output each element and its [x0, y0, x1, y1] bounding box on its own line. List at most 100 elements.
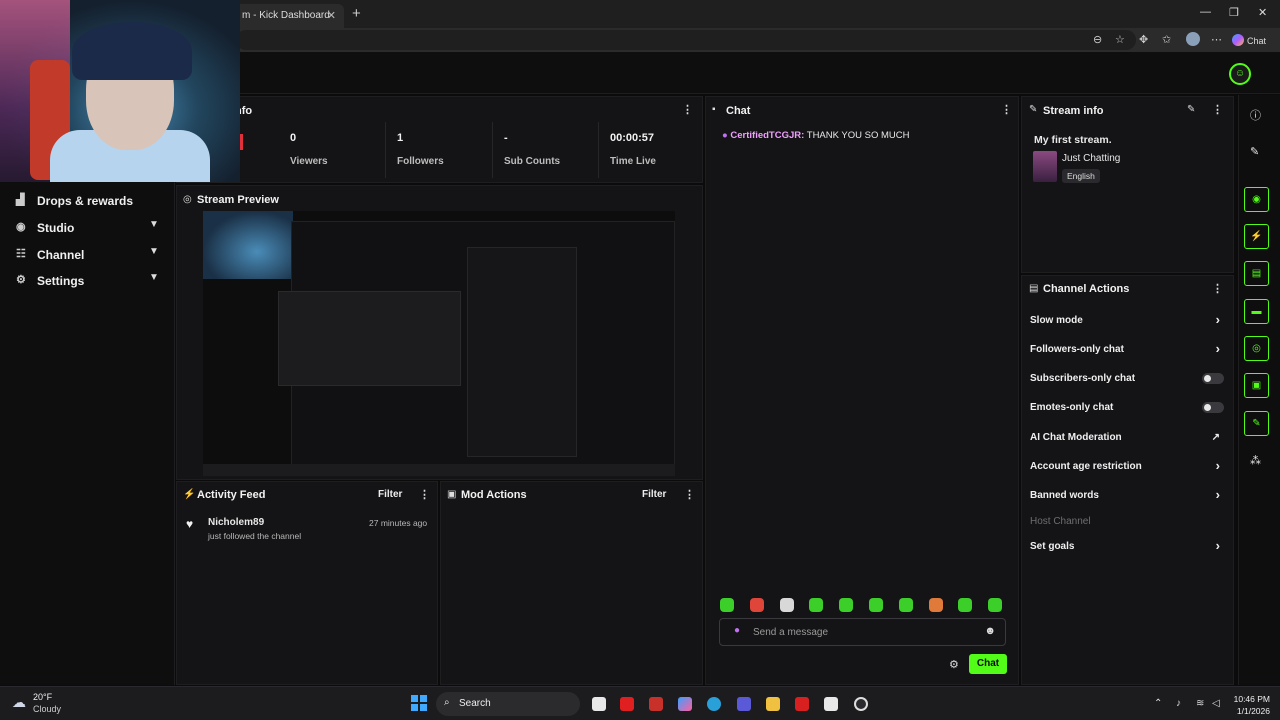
pencil-icon[interactable]: ✎ — [1187, 104, 1195, 115]
emoji-icon[interactable]: ☻ — [984, 625, 996, 637]
user-avatar[interactable]: ☺ — [1229, 63, 1251, 85]
l-app-icon[interactable] — [795, 697, 809, 711]
broadcast-rail-icon[interactable]: ◎ — [1244, 336, 1269, 361]
heart-icon: ♥ — [186, 517, 194, 531]
chat-input[interactable]: ● Send a message ☻ — [719, 618, 1006, 646]
action-followers-only-chat[interactable]: Followers-only chat › — [1030, 341, 1226, 361]
taskbar-search[interactable]: ⌕ Search — [436, 692, 580, 716]
new-tab-button[interactable]: + — [352, 5, 361, 22]
microphone-icon[interactable]: ♪ — [1176, 698, 1181, 709]
activity-user[interactable]: Nicholem89 — [208, 517, 264, 528]
divider — [598, 122, 599, 178]
emote-icon[interactable] — [988, 598, 1003, 612]
kebab-menu-icon[interactable]: ⋮ — [419, 488, 430, 501]
kebab-menu-icon[interactable]: ⋮ — [1001, 103, 1012, 116]
wifi-icon[interactable]: ≋ — [1196, 698, 1204, 709]
action-account-age-restriction[interactable]: Account age restriction › — [1030, 458, 1226, 478]
actions-icon: ▤ — [1029, 283, 1039, 294]
chat-username[interactable]: CertifiedTCGJR: — [730, 130, 804, 141]
sidebar-item-label: Settings — [37, 274, 85, 288]
emote-icon[interactable] — [869, 598, 883, 612]
language-badge: English — [1062, 169, 1100, 183]
stream-preview-video[interactable] — [203, 211, 675, 476]
gift-icon: ▟ — [16, 194, 25, 206]
info-icon[interactable]: ⓘ — [1250, 107, 1261, 123]
settings-taskbar-icon[interactable] — [854, 697, 868, 711]
restore-icon[interactable]: ❐ — [1229, 6, 1239, 19]
emotes-only-toggle[interactable] — [1202, 402, 1224, 413]
mod-rail-icon[interactable]: ▣ — [1244, 373, 1269, 398]
youtube-icon[interactable] — [620, 697, 634, 711]
action-label: Account age restriction — [1030, 461, 1142, 472]
action-ai-chat-moderation[interactable]: AI Chat Moderation ↗ — [1030, 429, 1226, 449]
share-icon[interactable]: ⁂ — [1250, 454, 1261, 467]
emote-icon[interactable] — [898, 598, 913, 612]
kebab-menu-icon[interactable]: ⋮ — [1212, 282, 1223, 295]
kebab-menu-icon[interactable]: ⋮ — [682, 103, 693, 116]
close-tab-icon[interactable]: ✕ — [327, 9, 336, 22]
send-chat-button[interactable]: Chat — [969, 654, 1007, 674]
emote-icon[interactable] — [839, 598, 854, 612]
copilot-chat-button[interactable]: Chat — [1232, 31, 1276, 49]
emote-icon[interactable] — [720, 598, 734, 612]
chat-bubble-icon: ▪ — [712, 104, 716, 115]
more-icon[interactable]: ⋯ — [1211, 33, 1222, 46]
store-icon[interactable] — [824, 697, 838, 711]
reader-icon[interactable]: ⊖ — [1093, 33, 1102, 46]
sidebar-item-drops-rewards[interactable]: ▟ Drops & rewards — [0, 188, 175, 212]
chevron-up-icon[interactable]: ⌃ — [1154, 698, 1162, 709]
preview-nested-preview — [278, 291, 461, 386]
sidebar-item-channel[interactable]: ☷ Channel ▼ — [0, 242, 175, 266]
kebab-menu-icon[interactable]: ⋮ — [684, 488, 695, 501]
browser-tab[interactable]: m - Kick Dashboard ✕ — [232, 4, 344, 28]
edge-icon[interactable] — [707, 697, 721, 711]
sidebar-item-settings[interactable]: ⚙ Settings ▼ — [0, 268, 175, 292]
lightning-rail-icon[interactable]: ⚡ — [1244, 224, 1269, 249]
subscribers-only-toggle[interactable] — [1202, 373, 1224, 384]
mic-icon: ● — [722, 130, 728, 141]
star-icon[interactable]: ☆ — [1115, 33, 1125, 46]
gear-icon[interactable]: ⚙ — [949, 658, 959, 671]
emote-icon[interactable] — [809, 598, 824, 612]
action-subscribers-only-chat: Subscribers-only chat — [1030, 370, 1226, 390]
sidebar-item-studio[interactable]: ◉ Studio ▼ — [0, 215, 175, 239]
studio-rail-icon[interactable]: ◉ — [1244, 187, 1269, 212]
action-slow-mode[interactable]: Slow mode › — [1030, 312, 1226, 332]
weather-temp: 20°F — [33, 692, 53, 702]
mcafee-icon[interactable] — [649, 697, 663, 711]
file-explorer-icon[interactable] — [766, 697, 780, 711]
task-view-icon[interactable] — [592, 697, 606, 711]
mic-icon[interactable]: ● — [734, 625, 740, 636]
address-field[interactable] — [236, 30, 1136, 50]
wrench-rail-icon[interactable]: ✎ — [1244, 411, 1269, 436]
close-window-icon[interactable]: ✕ — [1258, 6, 1267, 19]
extensions-icon[interactable]: ✥ — [1139, 33, 1148, 46]
action-set-goals[interactable]: Set goals › — [1030, 538, 1226, 558]
taskbar-clock[interactable]: 10:46 PM 1/1/2026 — [1230, 693, 1270, 717]
filter-button[interactable]: Filter — [642, 489, 666, 500]
teams-icon[interactable] — [737, 697, 751, 711]
emote-icon[interactable] — [749, 598, 764, 612]
profile-icon[interactable] — [1186, 32, 1200, 46]
volume-icon[interactable]: ◁ — [1212, 698, 1220, 709]
minimize-icon[interactable]: — — [1200, 6, 1211, 18]
kebab-menu-icon[interactable]: ⋮ — [1212, 103, 1223, 116]
chevron-right-icon: › — [1215, 312, 1220, 327]
emote-icon[interactable] — [779, 598, 794, 612]
edit-icon[interactable]: ✎ — [1250, 145, 1259, 158]
panel-title: Stream Preview — [197, 194, 279, 206]
stat-label: Followers — [397, 156, 444, 167]
stream-category[interactable]: Just Chatting — [1062, 153, 1120, 164]
document-rail-icon[interactable]: ▤ — [1244, 261, 1269, 286]
emote-icon[interactable] — [928, 598, 943, 612]
copilot-icon — [1232, 34, 1244, 46]
copilot-taskbar-icon[interactable] — [678, 697, 692, 711]
emote-icon[interactable] — [958, 598, 973, 612]
favorites-icon[interactable]: ✩ — [1162, 33, 1171, 46]
windows-start-icon[interactable] — [411, 695, 427, 711]
preview-icon: ◎ — [183, 194, 192, 205]
action-emotes-only-chat: Emotes-only chat — [1030, 399, 1226, 419]
action-banned-words[interactable]: Banned words › — [1030, 487, 1226, 507]
chat-rail-icon[interactable]: ▬ — [1244, 299, 1269, 324]
filter-button[interactable]: Filter — [378, 489, 402, 500]
